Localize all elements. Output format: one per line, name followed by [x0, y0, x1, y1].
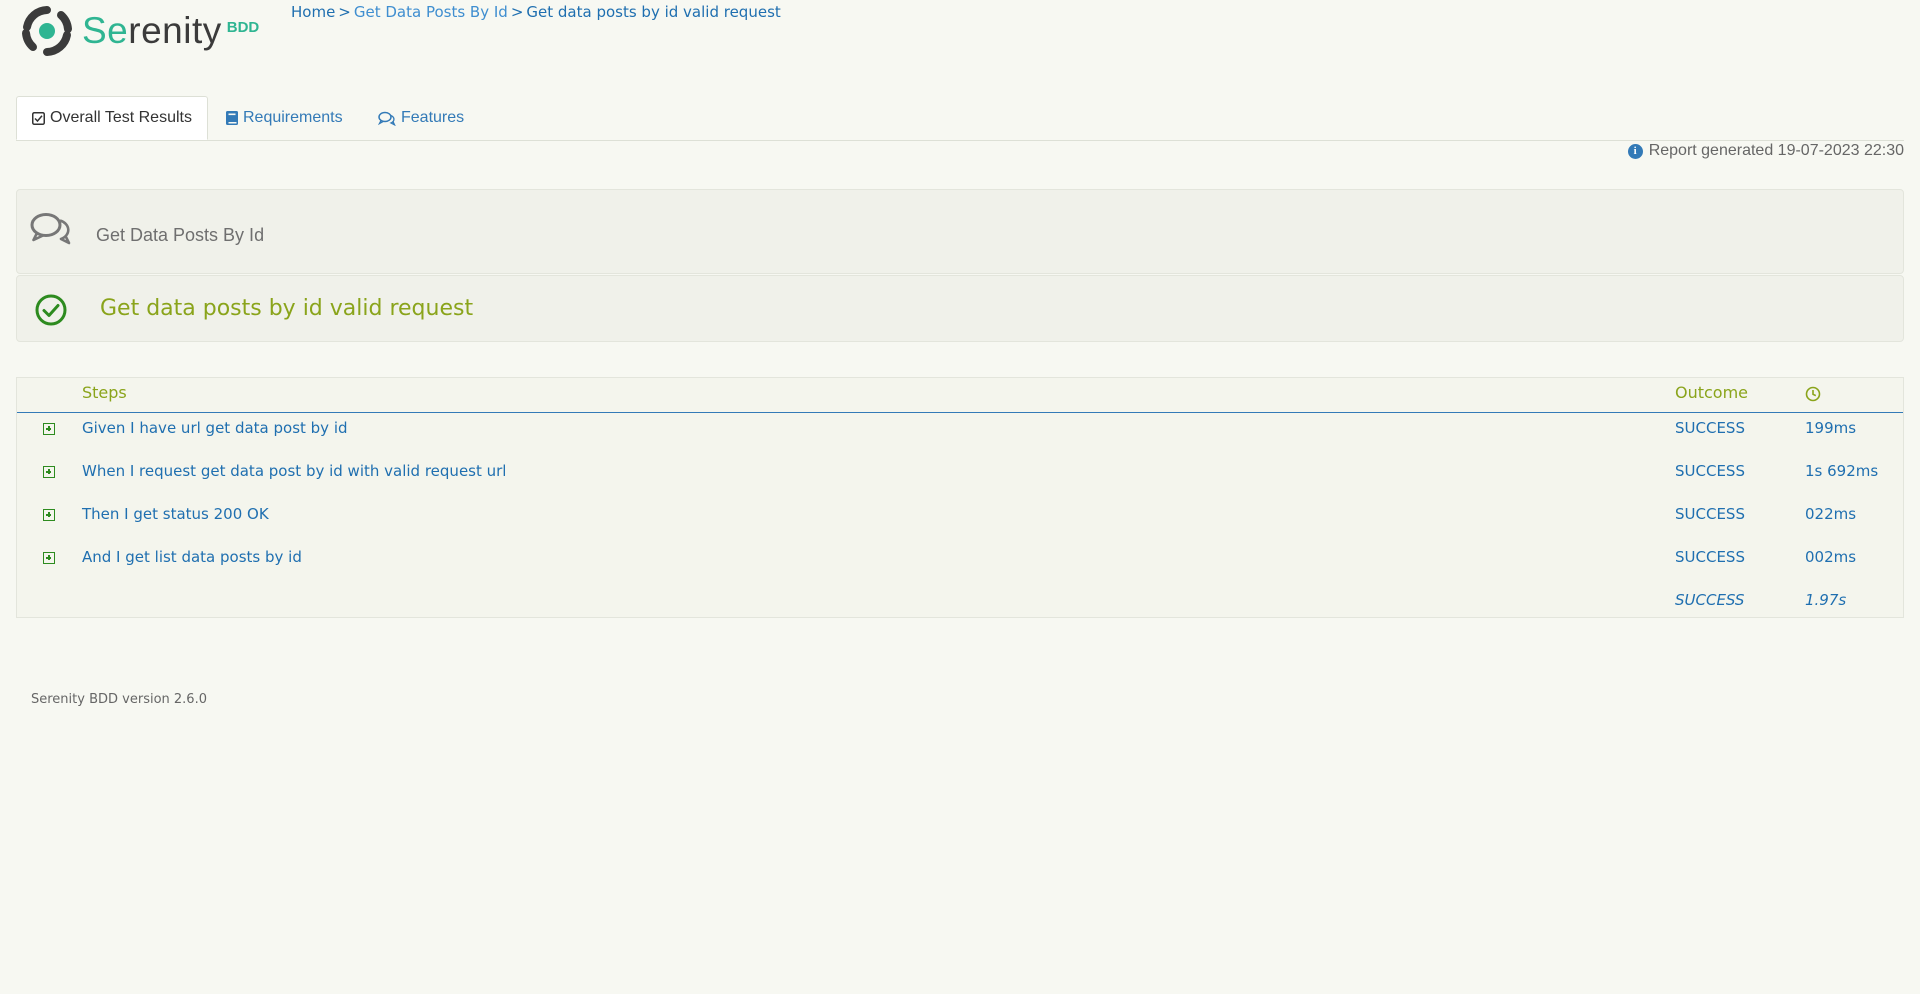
tab-requirements[interactable]: Requirements	[226, 96, 343, 140]
info-icon: i	[1627, 143, 1643, 159]
breadcrumb-home[interactable]: Home	[291, 3, 335, 21]
serenity-logo[interactable]: Serenity BDD	[21, 5, 259, 57]
tab-label: Overall Test Results	[50, 109, 192, 126]
step-duration: 022ms	[1805, 505, 1857, 523]
table-row: Then I get status 200 OK SUCCESS 022ms	[17, 499, 1903, 542]
breadcrumb-feature[interactable]: Get Data Posts By Id	[354, 3, 508, 21]
steps-table: Steps Outcome Given I have url get data …	[16, 377, 1904, 618]
step-description[interactable]: Given I have url get data post by id	[82, 419, 348, 437]
breadcrumb-separator: >	[338, 3, 351, 21]
book-icon	[226, 111, 238, 125]
tab-bar: Overall Test Results Requirements Featur…	[16, 96, 1904, 141]
report-generated: i Report generated 19-07-2023 22:30	[1627, 142, 1904, 160]
total-outcome: SUCCESS	[1675, 591, 1745, 609]
total-row: SUCCESS 1.97s	[17, 585, 1903, 628]
breadcrumb-current: Get data posts by id valid request	[526, 3, 781, 21]
report-generated-text: Report generated 19-07-2023 22:30	[1648, 142, 1904, 159]
expand-icon[interactable]	[43, 509, 55, 521]
step-description[interactable]: And I get list data posts by id	[82, 548, 302, 566]
scenario-panel: Get data posts by id valid request	[16, 275, 1904, 342]
tab-label: Features	[401, 109, 465, 126]
breadcrumb: Home > Get Data Posts By Id > Get data posts…	[291, 3, 781, 21]
feature-title: Get Data Posts By Id	[96, 225, 265, 245]
version-footer: Serenity BDD version 2.6.0	[31, 692, 207, 707]
tab-label: Requirements	[243, 109, 343, 126]
scenario-title: Get data posts by id valid request	[100, 296, 474, 321]
step-outcome: SUCCESS	[1675, 462, 1745, 480]
step-outcome: SUCCESS	[1675, 419, 1745, 437]
tab-features[interactable]: Features	[378, 96, 464, 140]
expand-icon[interactable]	[43, 423, 55, 435]
comments-icon	[378, 111, 396, 126]
total-duration: 1.97s	[1805, 591, 1847, 609]
table-row: And I get list data posts by id SUCCESS …	[17, 542, 1903, 585]
serenity-logo-icon	[22, 6, 72, 56]
table-row: Given I have url get data post by id SUC…	[17, 413, 1903, 456]
steps-column-header: Steps	[82, 383, 127, 402]
expand-icon[interactable]	[43, 466, 55, 478]
step-description[interactable]: When I request get data post by id with …	[82, 462, 506, 480]
step-outcome: SUCCESS	[1675, 548, 1745, 566]
step-description[interactable]: Then I get status 200 OK	[82, 505, 269, 523]
feature-panel: Get Data Posts By Id	[16, 189, 1904, 274]
breadcrumb-separator: >	[510, 3, 524, 21]
comments-icon	[30, 213, 71, 245]
check-square-icon	[32, 111, 45, 125]
expand-icon[interactable]	[43, 552, 55, 564]
step-duration: 002ms	[1805, 548, 1857, 566]
table-row: When I request get data post by id with …	[17, 456, 1903, 499]
step-duration: 199ms	[1805, 419, 1857, 437]
outcome-column-header: Outcome	[1675, 383, 1749, 402]
steps-table-header: Steps Outcome	[17, 378, 1903, 413]
tab-overall-test-results[interactable]: Overall Test Results	[16, 96, 208, 140]
step-duration: 1s 692ms	[1805, 462, 1879, 480]
logo-text: Serenity	[82, 10, 222, 51]
logo-suffix: BDD	[226, 18, 260, 36]
check-circle-icon	[35, 294, 67, 326]
clock-icon	[1805, 386, 1821, 402]
step-outcome: SUCCESS	[1675, 505, 1745, 523]
